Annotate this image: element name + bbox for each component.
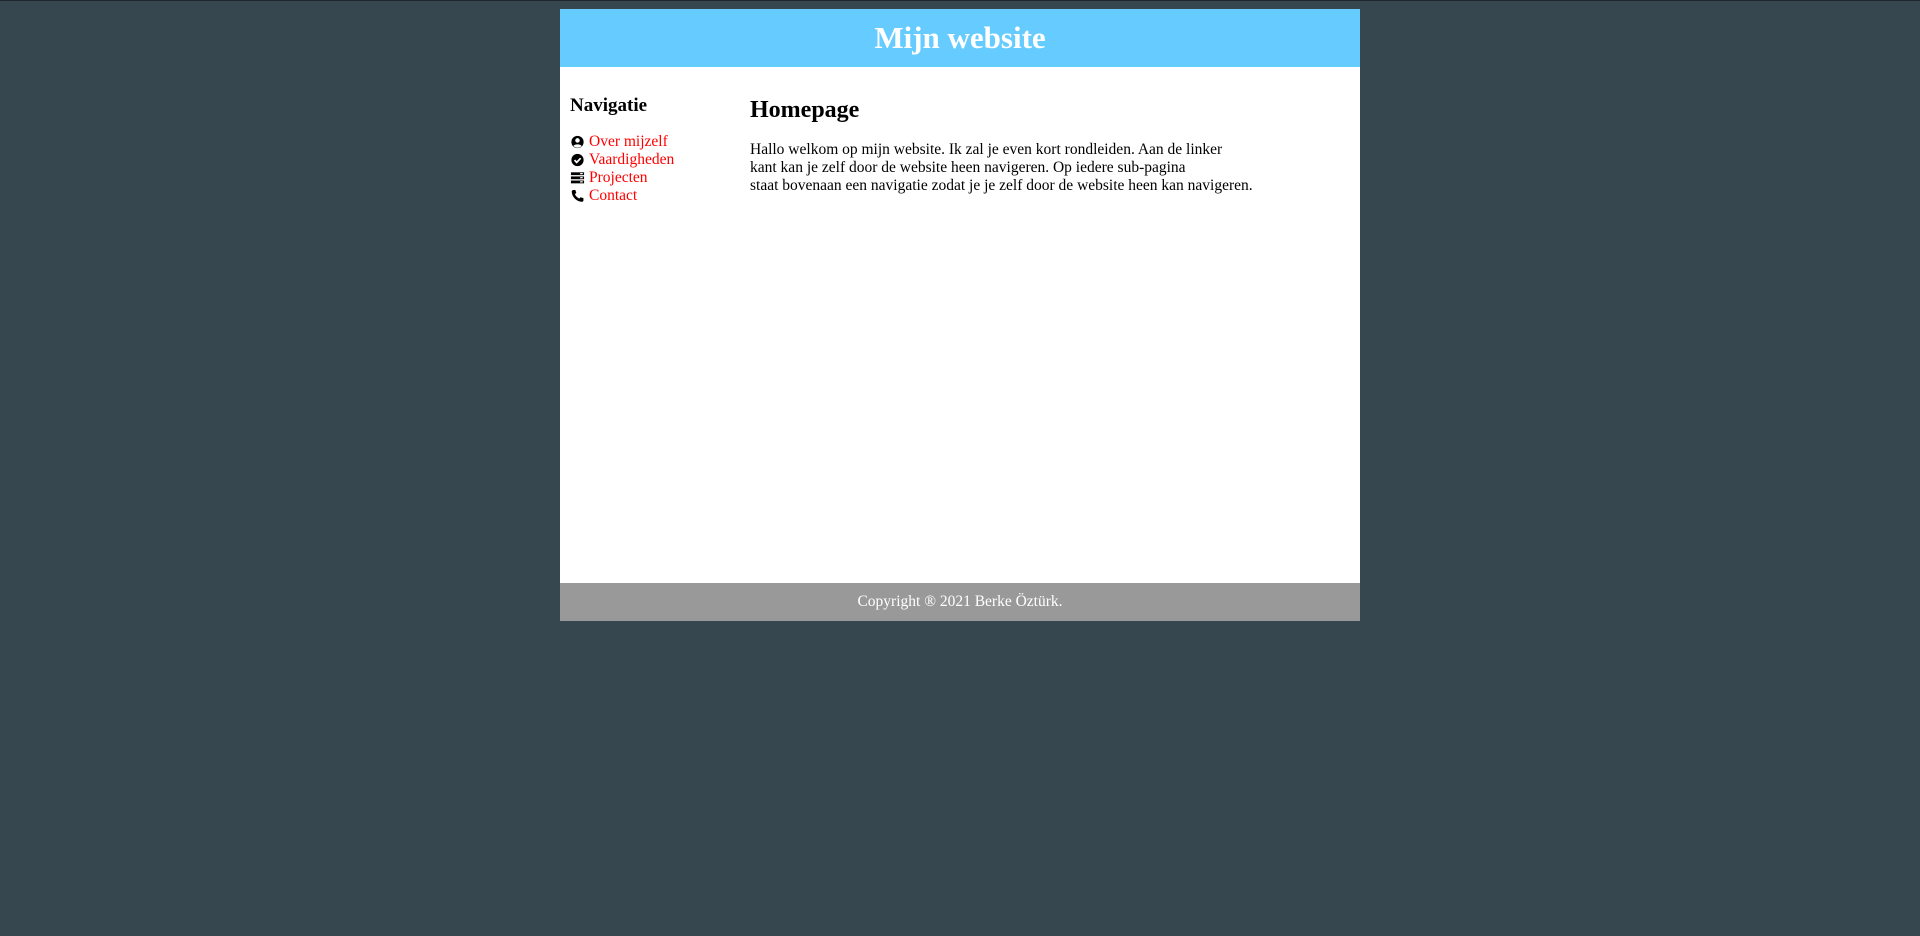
main-content: Homepage Hallo welkom op mijn website. I… [750, 95, 1330, 195]
user-circle-icon [571, 135, 584, 149]
sidebar-item-contact[interactable]: Contact [570, 187, 730, 205]
nav-list: Over mijzelf Vaardigheden Projecten Cont… [570, 133, 730, 205]
stack-icon [570, 172, 585, 184]
check-circle-icon [571, 153, 584, 167]
sidebar-heading: Navigatie [570, 95, 648, 116]
site-title: Mijn website [874, 20, 1046, 55]
page-title: Homepage [750, 97, 860, 123]
site-footer: Copyright ® 2021 Berke Öztürk. [560, 583, 1360, 621]
site-header: Mijn website [560, 9, 1360, 67]
intro-line: staat bovenaan een navigatie zodat je je… [750, 177, 1253, 194]
copyright-text: Copyright ® 2021 Berke Öztürk. [857, 593, 1063, 610]
intro-line: Hallo welkom op mijn website. Ik zal je … [750, 141, 1223, 158]
sidebar-item-label[interactable]: Contact [589, 187, 637, 205]
sidebar-navigation: Navigatie Over mijzelf Vaardigheden Proj… [570, 94, 730, 205]
intro-line: kant kan je zelf door de website heen na… [750, 159, 1186, 176]
sidebar-item-label[interactable]: Projecten [589, 169, 648, 187]
page-container: Mijn website Navigatie Over mijzelf Vaar… [560, 9, 1360, 621]
phone-icon [571, 190, 584, 202]
sidebar-item-vaardigheden[interactable]: Vaardigheden [570, 151, 730, 169]
sidebar-item-projecten[interactable]: Projecten [570, 169, 730, 187]
sidebar-item-label[interactable]: Over mijzelf [589, 133, 668, 151]
window-top-border [0, 0, 1920, 1]
sidebar-item-label[interactable]: Vaardigheden [589, 151, 674, 169]
intro-paragraph: Hallo welkom op mijn website. Ik zal je … [750, 141, 1330, 195]
sidebar-item-over-mijzelf[interactable]: Over mijzelf [570, 133, 730, 151]
